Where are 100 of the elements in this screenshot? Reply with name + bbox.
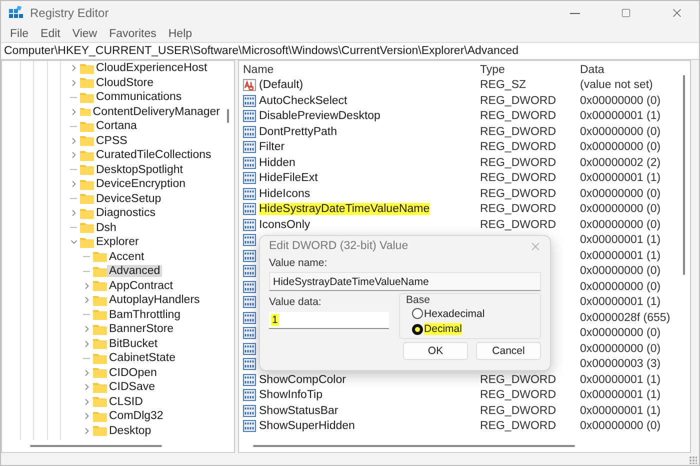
value-name[interactable]: ShowSuperHidden	[259, 420, 355, 432]
folder-icon	[80, 193, 94, 204]
column-header[interactable]: Data	[580, 64, 678, 76]
tree-item[interactable]: BitBucket	[107, 338, 160, 350]
binary-value-icon	[243, 110, 256, 122]
value-type: REG_SZ	[480, 79, 528, 92]
value-type: REG_DWORD	[480, 374, 558, 386]
tree-item[interactable]: Desktop	[107, 424, 154, 437]
tree-item[interactable]: Explorer	[94, 236, 141, 248]
tree-item[interactable]: Advanced	[107, 265, 162, 278]
tree-item[interactable]: Dsh	[94, 222, 118, 234]
binary-value-icon	[243, 156, 256, 169]
tree-item[interactable]: ContentDeliveryManager	[90, 106, 222, 118]
tree-item[interactable]: AppContract	[107, 280, 175, 292]
value-name[interactable]: (Default)	[259, 79, 304, 92]
tree-item[interactable]: Accent	[107, 250, 146, 263]
folder-icon	[80, 222, 94, 234]
folder-icon	[80, 135, 94, 146]
value-name[interactable]: DisablePreviewDesktop	[259, 110, 380, 122]
tree-item[interactable]: CuratedTileCollections	[94, 149, 214, 162]
radio-label[interactable]: Hexadecimal	[424, 308, 485, 320]
tree-item[interactable]: AutoplayHandlers	[107, 294, 202, 306]
address-bar[interactable]: Computer\HKEY_CURRENT_USER\Software\Microsoft\Windows\CurrentVersion\Explorer\Advanced	[1, 42, 699, 60]
radio-label[interactable]: Decimal	[424, 323, 462, 336]
value-type: REG_DWORD	[480, 420, 558, 432]
tree-item[interactable]: CIDOpen	[107, 366, 159, 379]
cancel-button[interactable]: Cancel	[476, 342, 541, 360]
menu-item[interactable]: Favorites	[104, 28, 162, 40]
tree-item[interactable]: DesktopSpotlight	[94, 164, 185, 176]
binary-value-icon	[243, 389, 256, 402]
folder-icon	[93, 266, 107, 277]
binary-value-icon	[243, 250, 256, 262]
folder-icon	[93, 367, 107, 378]
tree-item[interactable]: CloudStore	[94, 76, 156, 89]
value-name[interactable]: DontPrettyPath	[259, 126, 337, 138]
value-name[interactable]: ShowCompColor	[259, 374, 346, 386]
tree-item[interactable]: CLSID	[107, 396, 145, 408]
binary-value-icon	[243, 312, 256, 324]
tree-item[interactable]: Diagnostics	[94, 207, 158, 220]
value-name[interactable]: HideSystrayDateTimeValueName	[259, 203, 430, 216]
tree-item[interactable]: CloudExperienceHost	[94, 62, 210, 74]
value-name[interactable]: ShowInfoTip	[259, 389, 322, 402]
folder-icon	[93, 352, 107, 364]
value-name[interactable]: Filter	[259, 141, 285, 154]
radio-button[interactable]	[412, 324, 424, 335]
ok-button[interactable]: OK	[403, 342, 468, 360]
radio-button[interactable]	[412, 308, 424, 320]
folder-icon	[80, 150, 94, 161]
tree-item[interactable]: Cortana	[94, 120, 139, 132]
scrollbar-thumb[interactable]	[683, 75, 685, 275]
value-data: 0x00000001 (1)	[580, 389, 662, 402]
tree-item[interactable]: DeviceSetup	[94, 192, 164, 205]
value-name[interactable]: ShowStatusBar	[259, 404, 338, 417]
menu-item[interactable]: Edit	[36, 28, 66, 40]
value-type: REG_DWORD	[480, 404, 558, 417]
value-data: 0x00000000 (0)	[580, 218, 662, 231]
binary-value-icon	[243, 94, 256, 107]
value-name[interactable]: Hidden	[259, 156, 296, 169]
menu-item[interactable]: View	[67, 28, 102, 40]
binary-value-icon	[243, 358, 256, 370]
folder-icon	[93, 251, 107, 262]
binary-value-icon	[243, 126, 256, 138]
scrollbar-thumb[interactable]	[227, 109, 229, 123]
scrollbar-thumb[interactable]	[253, 445, 575, 447]
value-type: REG_DWORD	[480, 110, 558, 122]
menu-item[interactable]: Help	[163, 28, 198, 40]
column-header[interactable]: Name	[243, 64, 480, 76]
column-header[interactable]: Type	[480, 64, 580, 76]
tree-item[interactable]: CIDSave	[107, 381, 158, 394]
value-type: REG_DWORD	[480, 389, 558, 402]
value-name[interactable]: AutoCheckSelect	[259, 94, 348, 107]
binary-value-icon	[243, 374, 256, 386]
value-name-field[interactable]: HideSystrayDateTimeValueName	[269, 272, 541, 291]
value-name[interactable]: HideFileExt	[259, 172, 318, 184]
tree-item[interactable]: ComDlg32	[107, 410, 166, 422]
value-type: REG_DWORD	[480, 188, 558, 200]
value-data: 0x00000002 (2)	[580, 156, 662, 169]
tree-item[interactable]: BannerStore	[107, 323, 176, 336]
field-label: Value name:	[269, 257, 328, 269]
menu-item[interactable]: File	[5, 28, 34, 40]
tree-item[interactable]: DeviceEncryption	[94, 178, 188, 190]
value-data: 0x00000000 (0)	[580, 94, 662, 107]
tree-item[interactable]: BamThrottling	[107, 308, 183, 321]
binary-value-icon	[243, 141, 256, 154]
tree-item[interactable]: Communications	[94, 91, 184, 104]
binary-value-icon	[243, 172, 256, 184]
value-name[interactable]: HideIcons	[259, 188, 310, 200]
folder-icon	[93, 294, 107, 306]
tree-item[interactable]: CabinetState	[107, 352, 178, 364]
value-data: 0x00000001 (1)	[580, 296, 662, 308]
value-name[interactable]: IconsOnly	[259, 218, 310, 231]
folder-icon	[93, 396, 107, 408]
scrollbar-thumb[interactable]	[30, 445, 162, 447]
field-label: Value data:	[269, 296, 322, 308]
value-data-field[interactable]: 1	[269, 312, 390, 329]
binary-value-icon	[243, 188, 256, 200]
binary-value-icon	[243, 327, 256, 340]
value-type: REG_DWORD	[480, 94, 558, 107]
resize-grip[interactable]	[689, 456, 697, 464]
tree-item[interactable]: CPSS	[94, 134, 130, 147]
